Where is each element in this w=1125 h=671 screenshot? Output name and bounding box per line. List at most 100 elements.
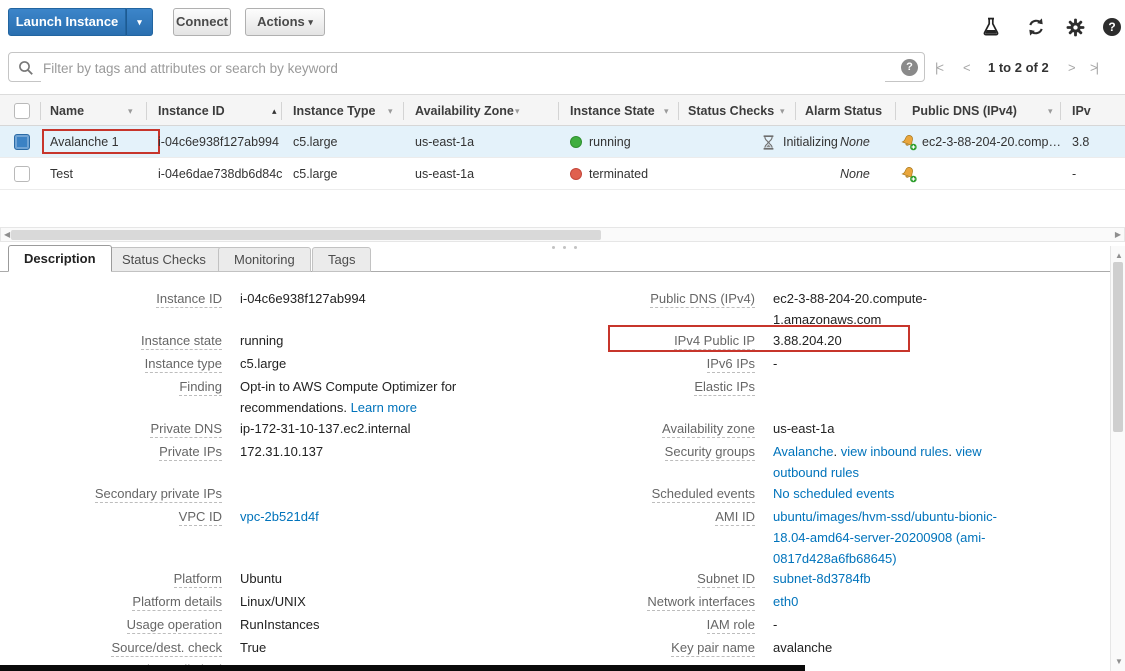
field-row-usage-operation: Usage operationRunInstances [0, 614, 480, 635]
sort-icon[interactable]: ▾ [388, 95, 393, 127]
sort-icon[interactable]: ▾ [515, 95, 520, 127]
field-label: AMI ID [560, 506, 755, 527]
filter-help-icon[interactable]: ? [901, 59, 918, 76]
field-value: vpc-2b521d4f [240, 506, 480, 527]
launch-instance-button[interactable]: Launch Instance [8, 8, 126, 36]
column-header-availability-zone[interactable]: Availability Zone [415, 95, 514, 127]
field-row-private-dns: Private DNSip-172-31-10-137.ec2.internal [0, 418, 480, 439]
table-row-avalanche-1[interactable]: Avalanche 1i-04c6e938f127ab994c5.largeus… [0, 126, 1125, 158]
cell-public-dns: ec2-3-88-204-20.comp… [922, 126, 1061, 158]
cell-instance-type: c5.large [293, 126, 337, 158]
link-view-inbound-rules[interactable]: view inbound rules [841, 444, 949, 459]
field-label: Finding [0, 376, 222, 397]
help-icon[interactable]: ? [1103, 18, 1121, 36]
vertical-scrollbar-thumb[interactable] [1113, 262, 1123, 432]
header-separator [281, 102, 282, 120]
link-no-scheduled-events[interactable]: No scheduled events [773, 486, 894, 501]
cell-alarm-status: None [840, 158, 870, 190]
link-subnet-8d3784fb[interactable]: subnet-8d3784fb [773, 571, 871, 586]
connect-button[interactable]: Connect [173, 8, 231, 36]
row-checkbox[interactable] [14, 166, 30, 182]
sort-icon[interactable]: ▴ [272, 95, 277, 127]
row-checkbox[interactable] [14, 134, 30, 150]
horizontal-scrollbar-thumb[interactable] [11, 230, 601, 240]
launch-instance-dropdown-button[interactable]: ▾ [126, 8, 153, 36]
field-label: Source/dest. check [0, 637, 222, 658]
actions-button[interactable]: Actions ▾ [245, 8, 325, 36]
field-row-ipv6-ips: IPv6 IPs- [560, 353, 1008, 374]
column-header-alarm-status[interactable]: Alarm Status [805, 95, 882, 127]
table-row-test[interactable]: Testi-04e6dae738db6d84cc5.largeus-east-1… [0, 158, 1125, 190]
scroll-left-icon[interactable]: ◀ [4, 228, 10, 241]
field-label: Platform [0, 568, 222, 589]
field-label: Subnet ID [560, 568, 755, 589]
sort-icon[interactable]: ▾ [1048, 95, 1053, 127]
field-value: - [773, 614, 1008, 635]
create-alarm-bell-icon[interactable] [900, 134, 918, 156]
tab-description[interactable]: Description [8, 245, 112, 272]
link-ubuntu-images-hvm-ssd-ubuntu-bionic-18-04-amd64-server-20200908-ami-0817d428a6fb68645[interactable]: ubuntu/images/hvm-ssd/ubuntu-bionic-18.0… [773, 509, 997, 566]
cell-instance-state: running [589, 126, 631, 158]
header-separator [795, 102, 796, 120]
field-row-secondary-private-ips: Secondary private IPs [0, 483, 480, 504]
sort-icon[interactable]: ▾ [664, 95, 669, 127]
pagination-last-icon[interactable]: >| [1090, 45, 1097, 90]
field-row-security-groups: Security groupsAvalanche. view inbound r… [560, 441, 1008, 483]
link-vpc-2b521d4f[interactable]: vpc-2b521d4f [240, 509, 319, 524]
cell-name: Test [50, 158, 73, 190]
header-separator [1060, 102, 1061, 120]
link-eth0[interactable]: eth0 [773, 594, 798, 609]
experiments-flask-icon[interactable] [981, 17, 1001, 37]
field-row-vpc-id: VPC IDvpc-2b521d4f [0, 506, 480, 527]
select-all-checkbox[interactable] [14, 103, 30, 119]
column-header-status-checks[interactable]: Status Checks [688, 95, 774, 127]
scroll-right-icon[interactable]: ▶ [1115, 228, 1121, 241]
field-value: Ubuntu [240, 568, 480, 589]
header-separator [678, 102, 679, 120]
field-value: No scheduled events [773, 483, 1008, 504]
header-separator [895, 102, 896, 120]
description-right-column: Public DNS (IPv4)ec2-3-88-204-20.compute… [560, 272, 1110, 671]
column-header-name[interactable]: Name [50, 95, 84, 127]
tab-status-checks[interactable]: Status Checks [106, 247, 222, 272]
column-header-instance-id[interactable]: Instance ID [158, 95, 225, 127]
pagination-prev-icon[interactable]: < [963, 45, 971, 90]
field-row-ami-id: AMI ID ubuntu/images/hvm-ssd/ubuntu-bioni… [560, 506, 1008, 569]
create-alarm-bell-icon[interactable] [900, 166, 918, 188]
column-header-instance-type[interactable]: Instance Type [293, 95, 375, 127]
horizontal-scrollbar[interactable]: ◀ ▶ [0, 227, 1125, 242]
field-value: ip-172-31-10-137.ec2.internal [240, 418, 480, 439]
panel-resize-grip[interactable] [552, 246, 586, 250]
pagination-next-icon[interactable]: > [1068, 45, 1076, 90]
cell-status-checks: Initializing [783, 126, 838, 158]
cell-instance-type: c5.large [293, 158, 337, 190]
link-learn-more[interactable]: Learn more [351, 400, 417, 415]
pagination-first-icon[interactable]: |< [935, 45, 942, 90]
column-header-public-dns-ipv4[interactable]: Public DNS (IPv4) [912, 95, 1017, 127]
vertical-scrollbar[interactable]: ▲ ▼ [1110, 246, 1125, 671]
tab-tags[interactable]: Tags [312, 247, 371, 272]
header-separator [558, 102, 559, 120]
column-header-instance-state[interactable]: Instance State [570, 95, 655, 127]
chevron-down-icon: ▾ [137, 17, 142, 27]
field-value: RunInstances [240, 614, 480, 635]
pagination-range: 1 to 2 of 2 [988, 45, 1049, 90]
sort-icon[interactable]: ▾ [780, 95, 785, 127]
refresh-icon[interactable] [1026, 17, 1046, 37]
tab-monitoring[interactable]: Monitoring [218, 247, 311, 272]
gear-icon[interactable] [1066, 18, 1086, 38]
field-label: Platform details [0, 591, 222, 612]
cell-instance-state: terminated [589, 158, 648, 190]
filter-input[interactable] [41, 54, 885, 82]
field-label: Instance type [0, 353, 222, 374]
column-header-ipv[interactable]: IPv [1072, 95, 1091, 127]
scroll-up-icon[interactable]: ▲ [1115, 249, 1123, 262]
sort-icon[interactable]: ▾ [128, 95, 133, 127]
cell-availability-zone: us-east-1a [415, 126, 474, 158]
link-avalanche[interactable]: Avalanche [773, 444, 833, 459]
field-value: 172.31.10.137 [240, 441, 480, 462]
field-label: IPv6 IPs [560, 353, 755, 374]
cell-ipv4: - [1072, 158, 1076, 190]
field-label: Public DNS (IPv4) [560, 288, 755, 309]
scroll-down-icon[interactable]: ▼ [1115, 655, 1123, 668]
